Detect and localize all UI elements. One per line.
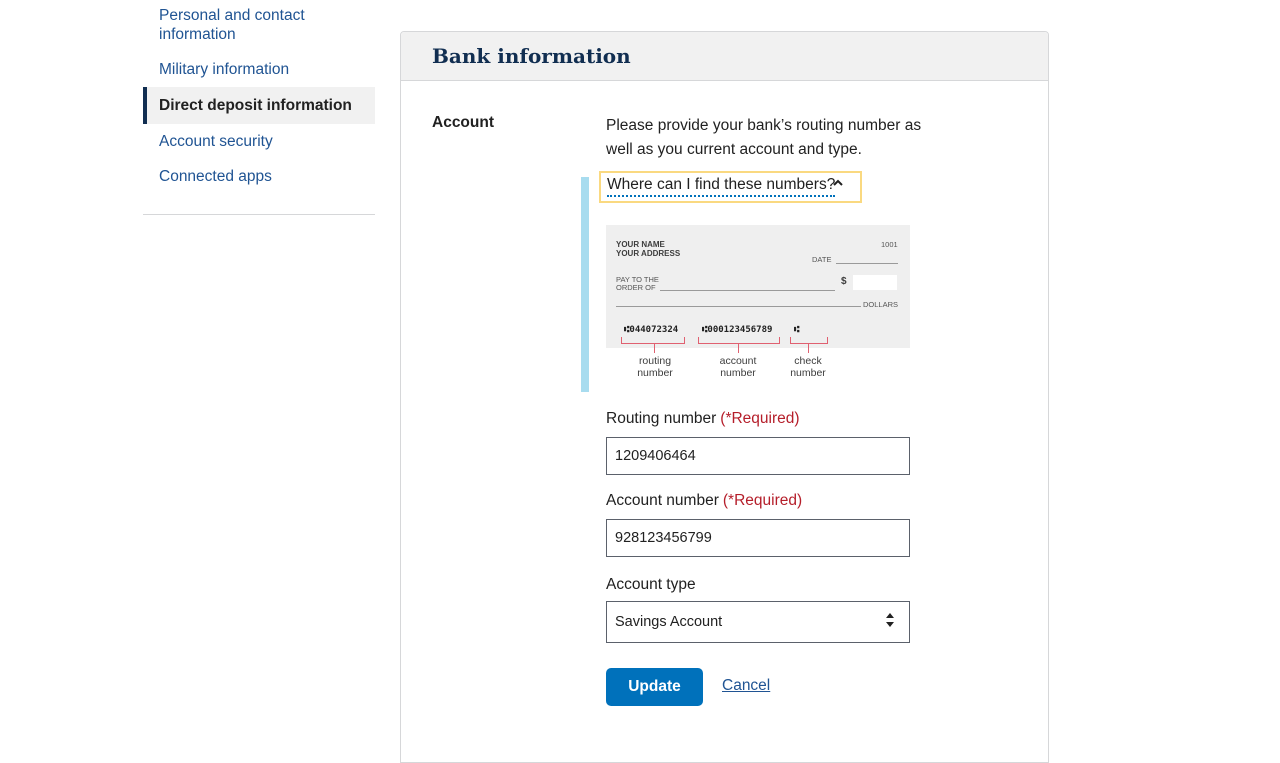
sidebar-item-military[interactable]: Military information <box>143 52 375 87</box>
sidebar-item-account-security[interactable]: Account security <box>143 124 375 159</box>
account-bracket-stem <box>738 343 739 353</box>
sample-check-illustration: YOUR NAME YOUR ADDRESS 1001 DATE PAY TO … <box>606 225 910 385</box>
update-button[interactable]: Update <box>606 668 703 706</box>
sidebar-item-direct-deposit[interactable]: Direct deposit information <box>143 87 375 124</box>
card-title: Bank information <box>432 44 631 68</box>
account-required-tag: (*Required) <box>722 492 803 509</box>
check-number-bracket <box>790 337 828 344</box>
account-type-select[interactable]: Savings Account <box>606 601 910 643</box>
check-dollars-label: DOLLARS <box>863 300 899 309</box>
instructions-text: Please provide your bank’s routing numbe… <box>606 117 922 158</box>
account-type-label: Account type <box>606 576 696 593</box>
routing-number-label: Routing number (*Required) <box>606 410 800 428</box>
account-number-input[interactable] <box>606 519 910 557</box>
cancel-link[interactable]: Cancel <box>722 677 770 695</box>
check-date-label: DATE <box>812 255 832 264</box>
bank-information-card: Bank information Account Please provide … <box>400 31 1049 763</box>
find-numbers-label: Where can I find these numbers? <box>607 176 836 197</box>
routing-number-input[interactable] <box>606 437 910 475</box>
sidebar-divider <box>143 214 375 215</box>
account-number-caption: account number <box>719 355 757 379</box>
check-payee-line <box>660 290 835 291</box>
check-number-print: 1001 <box>881 240 898 249</box>
routing-number-caption: routing number <box>637 355 673 379</box>
check-dollar-sign: $ <box>841 276 847 287</box>
accordion-accent-bar <box>581 177 589 392</box>
find-numbers-toggle[interactable]: Where can I find these numbers? <box>599 171 862 203</box>
check-image: YOUR NAME YOUR ADDRESS 1001 DATE PAY TO … <box>606 225 910 348</box>
routing-bracket-stem <box>654 343 655 353</box>
check-number-micr: ⑆ <box>794 325 800 335</box>
select-updown-icon <box>885 612 895 630</box>
check-pay-to-line2: ORDER OF <box>616 283 656 292</box>
check-address-line: YOUR ADDRESS <box>616 249 681 258</box>
check-number-caption: check number <box>790 355 826 379</box>
chevron-up-icon <box>832 177 844 192</box>
check-account-micr: ⑆000123456789 <box>702 325 773 335</box>
check-number-bracket-stem <box>808 343 809 353</box>
sidebar-item-connected-apps[interactable]: Connected apps <box>143 159 375 194</box>
account-type-selected-value: Savings Account <box>615 614 723 630</box>
check-amount-box <box>853 275 897 290</box>
account-section-label: Account <box>432 114 494 131</box>
check-name-line: YOUR NAME <box>616 240 665 249</box>
check-written-amount-line <box>616 306 861 307</box>
routing-bracket <box>621 337 685 344</box>
routing-required-tag: (*Required) <box>720 410 800 427</box>
account-number-label: Account number (*Required) <box>606 492 802 510</box>
routing-number-label-text: Routing number <box>606 410 717 427</box>
account-bracket <box>698 337 780 344</box>
account-number-label-text: Account number <box>606 492 719 509</box>
profile-sidebar-nav: Personal and contact information Militar… <box>143 0 375 194</box>
check-date-line <box>836 263 898 264</box>
check-routing-micr: ⑆044072324 <box>624 325 679 335</box>
sidebar-item-personal-contact[interactable]: Personal and contact information <box>143 0 375 52</box>
